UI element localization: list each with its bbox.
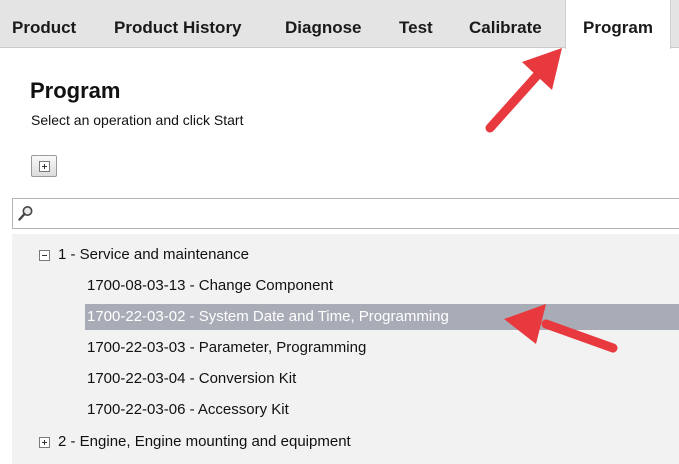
page-title: Program [30, 78, 121, 103]
tab-product-history[interactable]: Product History [114, 0, 242, 48]
expand-icon[interactable] [39, 437, 50, 448]
tab-calibrate[interactable]: Calibrate [469, 0, 542, 48]
tree-item-accessory-kit[interactable]: 1700-22-03-06 - Accessory Kit [85, 397, 679, 423]
tree-item-label: 1700-22-03-06 - Accessory Kit [87, 401, 289, 418]
tab-diagnose[interactable]: Diagnose [285, 0, 362, 48]
tree-group-label: 2 - Engine, Engine mounting and equipmen… [58, 433, 351, 450]
tab-product[interactable]: Product [12, 0, 76, 48]
collapse-icon[interactable] [39, 250, 50, 261]
tree-group-label: 1 - Service and maintenance [58, 246, 249, 263]
tree-item-label: 1700-08-03-13 - Change Component [87, 277, 333, 294]
tree-item-parameter-programming[interactable]: 1700-22-03-03 - Parameter, Programming [85, 335, 679, 361]
expand-all-button[interactable] [31, 155, 57, 177]
tree-item-conversion-kit[interactable]: 1700-22-03-04 - Conversion Kit [85, 366, 679, 392]
plus-icon [39, 161, 50, 172]
tree-item-system-date-time[interactable]: 1700-22-03-02 - System Date and Time, Pr… [85, 304, 679, 330]
annotation-arrow-icon [485, 48, 562, 133]
operation-tree: 1 - Service and maintenance 1700-08-03-1… [12, 234, 679, 464]
tree-item-label: 1700-22-03-03 - Parameter, Programming [87, 339, 367, 356]
tab-test[interactable]: Test [399, 0, 433, 48]
tree-item-change-component[interactable]: 1700-08-03-13 - Change Component [85, 273, 679, 299]
tab-program[interactable]: Program [565, 0, 671, 49]
search-input[interactable] [39, 203, 643, 227]
magnifier-icon [18, 206, 33, 221]
search-bar [12, 198, 679, 229]
tab-bar: Product Product History Diagnose Test Ca… [0, 0, 679, 49]
page-subtitle: Select an operation and click Start [31, 112, 244, 128]
tree-item-label: 1700-22-03-04 - Conversion Kit [87, 370, 297, 387]
tree-item-label: 1700-22-03-02 - System Date and Time, Pr… [87, 308, 449, 325]
